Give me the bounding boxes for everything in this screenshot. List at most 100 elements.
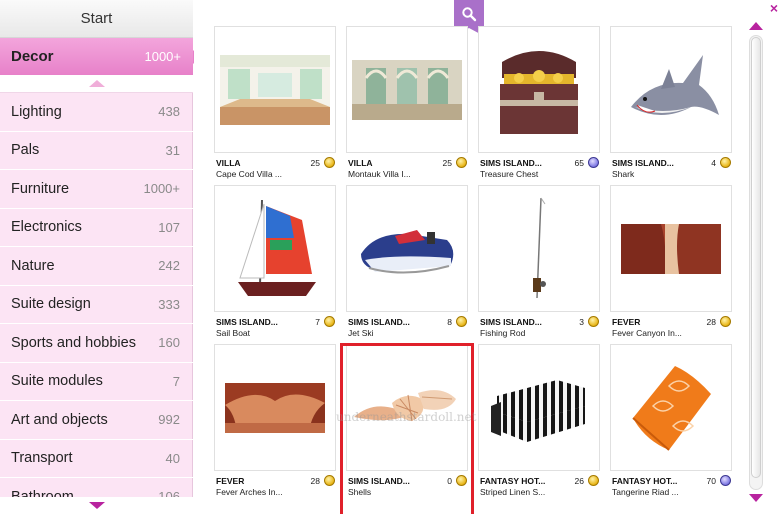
- item-thumbnail[interactable]: [214, 185, 336, 312]
- item-price: 7: [315, 317, 320, 327]
- item-browser: × VILLA Cape Cod Villa ... 25 VILLA Mont…: [194, 0, 782, 514]
- chevron-down-icon: [88, 502, 105, 509]
- orange-pillow-image: [632, 365, 711, 451]
- item-card[interactable]: SIMS ISLAND... Sail Boat 7: [214, 185, 336, 339]
- category-count: 107: [158, 219, 180, 235]
- category-item-art-and-objects[interactable]: Art and objects 992: [0, 401, 193, 440]
- item-thumbnail[interactable]: [214, 26, 336, 153]
- category-count: 992: [158, 412, 180, 428]
- jet-ski-image: [361, 229, 454, 273]
- item-thumbnail[interactable]: [610, 185, 732, 312]
- category-scroll-down-button[interactable]: [0, 497, 193, 514]
- item-card[interactable]: FANTASY HOT... Tangerine Riad ... 70: [610, 344, 732, 498]
- sail-boat-image: [238, 199, 316, 296]
- item-price: 25: [442, 158, 452, 168]
- item-price: 70: [706, 476, 716, 486]
- coin-icon: [324, 157, 335, 168]
- category-item-nature[interactable]: Nature 242: [0, 247, 193, 286]
- coin-icon: [456, 475, 467, 486]
- item-thumbnail[interactable]: [214, 344, 336, 471]
- item-grid: VILLA Cape Cod Villa ... 25 VILLA Montau…: [214, 26, 734, 514]
- item-brand: FANTASY HOT...: [612, 476, 678, 486]
- category-item-suite-modules[interactable]: Suite modules 7: [0, 363, 193, 401]
- item-name: Treasure Chest: [480, 169, 539, 179]
- item-price: 28: [706, 317, 716, 327]
- item-card[interactable]: VILLA Montauk Villa I... 25: [346, 26, 468, 180]
- item-thumbnail[interactable]: [478, 344, 600, 471]
- category-label: Decor: [11, 48, 54, 65]
- category-scroll-up-button[interactable]: [0, 75, 193, 93]
- item-thumbnail[interactable]: [610, 26, 732, 153]
- item-card[interactable]: FEVER Fever Arches In... 28: [214, 344, 336, 498]
- item-name: Jet Ski: [348, 328, 374, 338]
- item-name: Fever Canyon In...: [612, 328, 682, 338]
- watermark: underneathstardoll.net: [336, 410, 477, 424]
- canyon-image: [621, 223, 721, 274]
- category-item-pals[interactable]: Pals 31: [0, 132, 193, 170]
- coin-icon: [588, 475, 599, 486]
- category-count: 1000+: [144, 49, 181, 64]
- scroll-thumb[interactable]: [751, 37, 761, 478]
- item-thumbnail[interactable]: [478, 26, 600, 153]
- start-button[interactable]: Start: [0, 0, 193, 38]
- category-label: Transport: [11, 450, 73, 467]
- category-count: 333: [158, 296, 180, 312]
- item-card[interactable]: SIMS ISLAND... Treasure Chest 65: [478, 26, 600, 180]
- category-list[interactable]: Lighting 438 Pals 31 Furniture 1000+ Electr…: [0, 93, 193, 497]
- item-brand: VILLA: [216, 158, 241, 168]
- category-item-bathroom[interactable]: Bathroom 106: [0, 478, 193, 497]
- item-name: Tangerine Riad ...: [612, 487, 679, 497]
- close-button[interactable]: ×: [770, 1, 778, 15]
- scroll-track[interactable]: [749, 35, 763, 490]
- villa-room-image: [352, 59, 462, 120]
- category-count: 40: [165, 450, 180, 466]
- grid-scrollbar[interactable]: [747, 22, 765, 502]
- item-price: 8: [447, 317, 452, 327]
- item-thumbnail[interactable]: [346, 344, 468, 471]
- item-card[interactable]: FEVER Fever Canyon In... 28: [610, 185, 732, 339]
- item-thumbnail[interactable]: [610, 344, 732, 471]
- item-price: 25: [310, 158, 320, 168]
- category-count: 242: [158, 258, 180, 274]
- category-item-sports-and-hobbies[interactable]: Sports and hobbies 160: [0, 324, 193, 363]
- category-label: Lighting: [11, 103, 62, 120]
- item-card[interactable]: FANTASY HOT... Striped Linen S... 26: [478, 344, 600, 498]
- item-name: Shark: [612, 169, 635, 179]
- item-thumbnail[interactable]: [346, 185, 468, 312]
- item-price: 28: [310, 476, 320, 486]
- scroll-down-icon[interactable]: [749, 494, 763, 502]
- category-count: 31: [165, 142, 180, 158]
- item-price: 0: [447, 476, 452, 486]
- item-thumbnail[interactable]: [346, 26, 468, 153]
- search-icon: [462, 7, 477, 22]
- item-card[interactable]: SIMS ISLAND... Jet Ski 8: [346, 185, 468, 339]
- category-item-furniture[interactable]: Furniture 1000+: [0, 170, 193, 209]
- item-card[interactable]: VILLA Cape Cod Villa ... 25: [214, 26, 336, 180]
- item-card[interactable]: SIMS ISLAND... Shark 4: [610, 26, 732, 180]
- coin-icon: [456, 316, 467, 327]
- category-item-decor[interactable]: Decor 1000+: [0, 38, 200, 75]
- item-card[interactable]: SIMS ISLAND... Fishing Rod 3: [478, 185, 600, 339]
- category-item-electronics[interactable]: Electronics 107: [0, 209, 193, 247]
- item-thumbnail[interactable]: [478, 185, 600, 312]
- category-item-suite-design[interactable]: Suite design 333: [0, 286, 193, 324]
- category-count: 438: [158, 104, 180, 120]
- item-name: Striped Linen S...: [480, 487, 546, 497]
- item-price: 4: [711, 158, 716, 168]
- fishing-rod-image: [533, 197, 546, 298]
- category-item-transport[interactable]: Transport 40: [0, 440, 193, 478]
- category-count: 106: [158, 489, 180, 497]
- category-label: Electronics: [11, 219, 82, 236]
- coin-icon: [456, 157, 467, 168]
- item-brand: SIMS ISLAND...: [348, 476, 410, 486]
- coin-icon: [324, 475, 335, 486]
- scroll-up-icon[interactable]: [749, 22, 763, 30]
- item-brand: SIMS ISLAND...: [480, 317, 542, 327]
- arches-image: [225, 382, 325, 433]
- item-brand: FEVER: [216, 476, 245, 486]
- category-label: Bathroom: [11, 488, 74, 497]
- item-brand: FANTASY HOT...: [480, 476, 546, 486]
- category-item-lighting[interactable]: Lighting 438: [0, 93, 193, 132]
- villa-room-image: [220, 54, 330, 125]
- item-brand: SIMS ISLAND...: [348, 317, 410, 327]
